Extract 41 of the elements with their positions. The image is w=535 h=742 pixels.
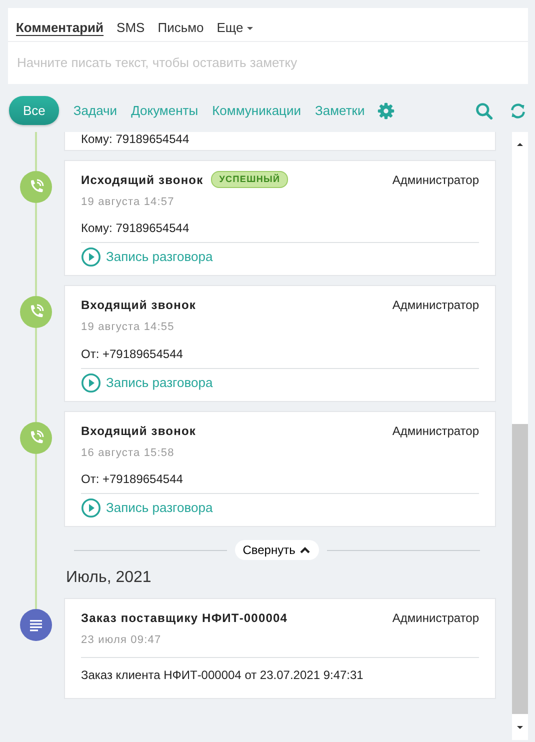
compose-tab[interactable]: Еще bbox=[216, 18, 254, 38]
event-date: 19 августа 14:57 bbox=[81, 194, 176, 210]
event-title: Заказ поставщику НФИТ-000004 bbox=[81, 610, 288, 627]
author-name: Администратор bbox=[392, 610, 479, 627]
filter-tab[interactable]: Коммуникации bbox=[206, 98, 308, 124]
month-heading: Июль, 2021 bbox=[65, 568, 152, 588]
event-text: Заказ клиента НФИТ-000004 от 23.07.2021 9:47:31 bbox=[81, 666, 364, 684]
compose-tab[interactable]: Комментарий bbox=[16, 18, 104, 38]
event-text: От: +79189654544 bbox=[81, 346, 184, 362]
play-icon bbox=[81, 498, 101, 518]
chevron-up-icon bbox=[299, 545, 312, 555]
event-text: От: +79189654544 bbox=[81, 471, 184, 488]
status-badge: УСПЕШНЫЙ bbox=[211, 170, 288, 188]
event-text: Кому: 79189654544 bbox=[81, 132, 190, 146]
author-name: Администратор bbox=[392, 172, 479, 188]
refresh-icon[interactable] bbox=[509, 102, 527, 120]
event-title: Входящий звонок bbox=[81, 422, 196, 440]
scrollbar-thumb[interactable] bbox=[512, 424, 528, 714]
event-date: 16 августа 15:58 bbox=[81, 446, 176, 460]
note-field[interactable]: Начните писать текст, чтобы оставить заметку bbox=[8, 42, 528, 84]
recording-link[interactable]: Запись разговора bbox=[81, 372, 213, 392]
play-icon bbox=[81, 372, 101, 392]
compose-tab[interactable]: SMS bbox=[116, 18, 145, 38]
event-title: Входящий звонок bbox=[81, 297, 196, 314]
filter-tab[interactable]: Все bbox=[9, 96, 60, 126]
scrollbar[interactable] bbox=[512, 132, 528, 740]
compose-tab[interactable]: Письмо bbox=[158, 18, 204, 38]
event-title: Исходящий звонок bbox=[81, 172, 204, 188]
recording-link[interactable]: Запись разговора bbox=[81, 498, 213, 518]
play-icon bbox=[81, 247, 101, 267]
filter-tab[interactable]: Документы bbox=[125, 98, 204, 124]
event-date: 23 июля 09:47 bbox=[81, 633, 162, 648]
collapse-button[interactable]: Свернуть bbox=[234, 540, 320, 560]
author-name: Администратор bbox=[392, 297, 479, 314]
recording-link[interactable]: Запись разговора bbox=[81, 247, 213, 267]
filter-tab[interactable]: Заметки bbox=[309, 98, 371, 124]
search-icon[interactable] bbox=[475, 102, 493, 120]
filter-tab[interactable]: Задачи bbox=[67, 98, 124, 124]
author-name: Администратор bbox=[392, 422, 479, 440]
event-date: 19 августа 14:55 bbox=[81, 320, 176, 335]
event-text: Кому: 79189654544 bbox=[81, 220, 190, 237]
